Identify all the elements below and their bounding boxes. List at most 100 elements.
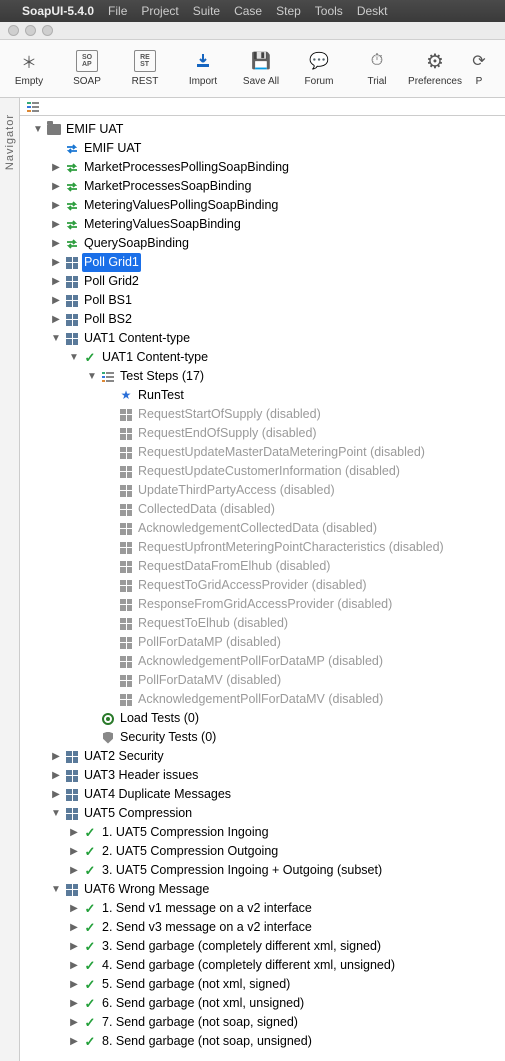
tree-row[interactable]: ▶✓2. UAT5 Compression Outgoing — [24, 842, 505, 861]
expand-icon[interactable]: ▶ — [68, 899, 80, 918]
tree-row[interactable]: AcknowledgementPollForDataMP (disabled) — [24, 652, 505, 671]
tree-row[interactable]: ▶MarketProcessesSoapBinding — [24, 177, 505, 196]
tree-row[interactable]: Security Tests (0) — [24, 728, 505, 747]
tree-row[interactable]: ▶✓4. Send garbage (completely different … — [24, 956, 505, 975]
expand-icon[interactable]: ▶ — [50, 158, 62, 177]
tree-row[interactable]: ▼UAT6 Wrong Message — [24, 880, 505, 899]
tree-row[interactable]: ▶✓2. Send v3 message on a v2 interface — [24, 918, 505, 937]
expand-icon[interactable]: ▶ — [50, 272, 62, 291]
expand-icon[interactable]: ▶ — [50, 215, 62, 234]
tree-row[interactable]: RequestUpfrontMeteringPointCharacteristi… — [24, 538, 505, 557]
tree-row[interactable]: ▶Poll Grid1 — [24, 253, 505, 272]
tree-row[interactable]: ▶QuerySoapBinding — [24, 234, 505, 253]
menu-step[interactable]: Step — [276, 4, 301, 18]
tree-row[interactable]: ▶✓3. UAT5 Compression Ingoing + Outgoing… — [24, 861, 505, 880]
expand-icon[interactable]: ▶ — [68, 975, 80, 994]
toolbar-soap-button[interactable]: SO APSOAP — [58, 40, 116, 98]
expand-icon[interactable]: ▶ — [68, 937, 80, 956]
tree-row[interactable]: ▶UAT2 Security — [24, 747, 505, 766]
navigator-sidebar[interactable]: Navigator — [0, 98, 20, 1061]
tree-row[interactable]: ▼EMIF UAT — [24, 120, 505, 139]
tree-row[interactable]: RequestDataFromElhub (disabled) — [24, 557, 505, 576]
tree-row[interactable]: ▼UAT5 Compression — [24, 804, 505, 823]
expand-icon[interactable]: ▶ — [50, 785, 62, 804]
expand-icon[interactable]: ▶ — [68, 861, 80, 880]
tree-row[interactable]: CollectedData (disabled) — [24, 500, 505, 519]
expand-icon[interactable]: ▶ — [68, 956, 80, 975]
tree-row[interactable]: AcknowledgementPollForDataMV (disabled) — [24, 690, 505, 709]
expand-icon[interactable]: ▶ — [50, 310, 62, 329]
expand-icon[interactable]: ▶ — [50, 747, 62, 766]
expand-icon[interactable]: ▶ — [50, 291, 62, 310]
expand-icon[interactable]: ▶ — [68, 994, 80, 1013]
tree-row[interactable]: ▶✓1. UAT5 Compression Ingoing — [24, 823, 505, 842]
tree-row[interactable]: ▶✓5. Send garbage (not xml, signed) — [24, 975, 505, 994]
zoom-dot[interactable] — [42, 25, 53, 36]
tree-row[interactable]: ▶✓7. Send garbage (not soap, signed) — [24, 1013, 505, 1032]
collapse-icon[interactable]: ▼ — [32, 120, 44, 139]
collapse-icon[interactable]: ▼ — [50, 329, 62, 348]
tree-row[interactable]: PollForDataMV (disabled) — [24, 671, 505, 690]
tree-row[interactable]: RequestUpdateMasterDataMeteringPoint (di… — [24, 443, 505, 462]
tree-row[interactable]: RequestUpdateCustomerInformation (disabl… — [24, 462, 505, 481]
toolbar-empty-button[interactable]: ＊Empty — [0, 40, 58, 98]
tree-row[interactable]: RequestToElhub (disabled) — [24, 614, 505, 633]
expand-icon[interactable]: ▶ — [50, 177, 62, 196]
tree-row[interactable]: ▶Poll BS2 — [24, 310, 505, 329]
toolbar-proxy-button[interactable]: ⟳P — [464, 40, 494, 98]
tree-row[interactable]: ▶✓1. Send v1 message on a v2 interface — [24, 899, 505, 918]
expand-icon[interactable]: ▶ — [68, 842, 80, 861]
menu-case[interactable]: Case — [234, 4, 262, 18]
expand-icon[interactable]: ▶ — [68, 1013, 80, 1032]
tree-row[interactable]: ▼UAT1 Content-type — [24, 329, 505, 348]
toolbar-import-button[interactable]: Import — [174, 40, 232, 98]
tree-row[interactable]: RequestStartOfSupply (disabled) — [24, 405, 505, 424]
tree-row[interactable]: ▶Poll Grid2 — [24, 272, 505, 291]
toolbar-rest-button[interactable]: RE STREST — [116, 40, 174, 98]
tree-row[interactable]: ▶✓6. Send garbage (not xml, unsigned) — [24, 994, 505, 1013]
expand-icon[interactable]: ▶ — [50, 766, 62, 785]
toolbar-saveall-button[interactable]: 💾Save All — [232, 40, 290, 98]
expand-icon[interactable]: ▶ — [50, 253, 62, 272]
expand-icon[interactable]: ▶ — [50, 196, 62, 215]
menu-suite[interactable]: Suite — [193, 4, 220, 18]
tree-row[interactable]: RequestToGridAccessProvider (disabled) — [24, 576, 505, 595]
project-tree[interactable]: ▼EMIF UATEMIF UAT▶MarketProcessesPolling… — [20, 116, 505, 1061]
expand-icon[interactable]: ▶ — [68, 918, 80, 937]
tree-row[interactable]: AcknowledgementCollectedData (disabled) — [24, 519, 505, 538]
expand-icon[interactable]: ▶ — [68, 823, 80, 842]
tree-row[interactable]: ▼✓UAT1 Content-type — [24, 348, 505, 367]
expand-icon[interactable]: ▶ — [68, 1032, 80, 1051]
tree-row[interactable]: PollForDataMP (disabled) — [24, 633, 505, 652]
tree-row[interactable]: Load Tests (0) — [24, 709, 505, 728]
tree-row[interactable]: UpdateThirdPartyAccess (disabled) — [24, 481, 505, 500]
menu-project[interactable]: Project — [141, 4, 178, 18]
mac-menubar[interactable]: SoapUI-5.4.0 File Project Suite Case Ste… — [0, 0, 505, 22]
tree-row[interactable]: ▶MarketProcessesPollingSoapBinding — [24, 158, 505, 177]
tree-row[interactable]: ▶✓8. Send garbage (not soap, unsigned) — [24, 1032, 505, 1051]
collapse-icon[interactable]: ▼ — [50, 804, 62, 823]
tree-row[interactable]: ▶MeteringValuesSoapBinding — [24, 215, 505, 234]
min-dot[interactable] — [25, 25, 36, 36]
collapse-icon[interactable]: ▼ — [50, 880, 62, 899]
toolbar-prefs-button[interactable]: ⚙Preferences — [406, 40, 464, 98]
menu-desktop[interactable]: Deskt — [357, 4, 388, 18]
tree-row[interactable]: ResponseFromGridAccessProvider (disabled… — [24, 595, 505, 614]
tree-row[interactable]: ▶Poll BS1 — [24, 291, 505, 310]
expand-icon[interactable]: ▶ — [50, 234, 62, 253]
tree-row[interactable]: ▶UAT4 Duplicate Messages — [24, 785, 505, 804]
collapse-icon[interactable]: ▼ — [86, 367, 98, 386]
toolbar-trial-button[interactable]: ⏱Trial — [348, 40, 406, 98]
tree-row[interactable]: EMIF UAT — [24, 139, 505, 158]
close-dot[interactable] — [8, 25, 19, 36]
menu-tools[interactable]: Tools — [315, 4, 343, 18]
tree-row[interactable]: ▼Test Steps (17) — [24, 367, 505, 386]
tree-tab-icon[interactable] — [26, 100, 40, 114]
tree-row[interactable]: ★RunTest — [24, 386, 505, 405]
tree-row[interactable]: ▶UAT3 Header issues — [24, 766, 505, 785]
collapse-icon[interactable]: ▼ — [68, 348, 80, 367]
tree-row[interactable]: RequestEndOfSupply (disabled) — [24, 424, 505, 443]
menu-file[interactable]: File — [108, 4, 127, 18]
tree-row[interactable]: ▶✓3. Send garbage (completely different … — [24, 937, 505, 956]
toolbar-forum-button[interactable]: 💬Forum — [290, 40, 348, 98]
